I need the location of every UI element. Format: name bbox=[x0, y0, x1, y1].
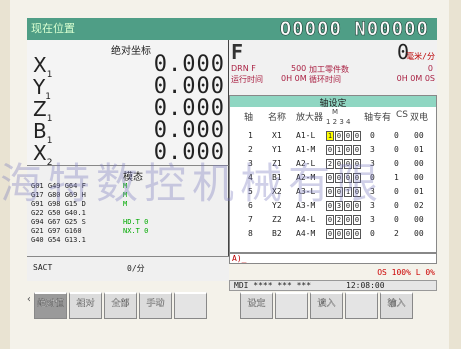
prev-page-arrow-icon[interactable]: ‹ bbox=[26, 294, 32, 305]
col-axis: 轴 bbox=[244, 113, 254, 123]
run-time-value: 0H 0M bbox=[281, 74, 307, 83]
sact-label: SACT bbox=[33, 263, 53, 272]
override-text: OS 100% L 0% bbox=[377, 268, 435, 277]
axis-no: 7 bbox=[248, 215, 253, 224]
axis-name-cell: Z2 bbox=[272, 215, 282, 224]
cycle-time-value: 0H 0M 0S bbox=[396, 74, 435, 83]
axis-no: 8 bbox=[248, 229, 253, 238]
m-bit-cell[interactable]: 0 bbox=[353, 229, 361, 239]
col-own: 轴专有 bbox=[364, 113, 392, 123]
gcode-line: G21 G97 G160 bbox=[31, 227, 82, 235]
m-bit-cell[interactable]: 0 bbox=[335, 229, 343, 239]
own-cell: 0 bbox=[370, 229, 375, 238]
softkey-blank[interactable] bbox=[275, 292, 308, 319]
cs-cell: 0 bbox=[394, 131, 399, 140]
own-cell: 0 bbox=[370, 131, 375, 140]
softkey-blank[interactable] bbox=[345, 292, 378, 319]
program-number: O0000 N00000 bbox=[279, 18, 429, 41]
axis-no: 1 bbox=[248, 131, 253, 140]
dual-cell: 00 bbox=[414, 131, 424, 140]
table-row: 8 B2 A4-M 0 0 0 0 0 2 00 bbox=[230, 229, 438, 240]
m-bit-cell[interactable]: 0 bbox=[326, 215, 334, 225]
drn-label: DRN F bbox=[231, 64, 256, 73]
dual-cell: 00 bbox=[414, 215, 424, 224]
watermark-text: 海特数控机械有限 bbox=[0, 159, 385, 208]
axis-settings-title: 轴设定 bbox=[230, 96, 436, 109]
clock-text: 12:08:00 bbox=[346, 281, 385, 290]
mode-text: MDI **** *** *** bbox=[234, 281, 312, 290]
m-bit-cell[interactable]: 1 bbox=[326, 131, 334, 141]
col-cs: CS bbox=[396, 110, 408, 120]
dual-cell: 00 bbox=[414, 229, 424, 238]
softkey-input[interactable]: 输入 bbox=[380, 292, 413, 319]
gcode-line: G94 G67 G25 S bbox=[31, 218, 86, 226]
axis-row: B1 0.000 bbox=[33, 118, 225, 146]
m-bit-cell[interactable]: 0 bbox=[353, 131, 361, 141]
amp-cell: A1-L bbox=[296, 131, 316, 140]
mode-status-bar: MDI **** *** *** 12:08:00 bbox=[229, 280, 437, 291]
softkeys-right: 设定 读入 输入 bbox=[240, 292, 415, 319]
softkey-absolute[interactable]: 绝对值 bbox=[34, 292, 67, 319]
softkeys-left: 绝对值 相对 全部 手动 bbox=[34, 292, 209, 319]
m-bit-cell[interactable]: 0 bbox=[335, 131, 343, 141]
softkey-handle[interactable]: 手动 bbox=[139, 292, 172, 319]
col-name: 名称 bbox=[268, 113, 287, 123]
feed-unit: 毫米/分 bbox=[406, 52, 435, 61]
m-bit-cell[interactable]: 0 bbox=[344, 229, 352, 239]
axis-row: Y1 0.000 bbox=[33, 74, 225, 102]
table-row: 7 Z2 A4-L 0 2 0 0 3 0 00 bbox=[230, 215, 438, 226]
spindle-actual: SACT 0/分 bbox=[27, 256, 229, 281]
m-bit-cell[interactable]: 0 bbox=[344, 215, 352, 225]
m-bit-cell[interactable]: 2 bbox=[335, 215, 343, 225]
feed-label: F bbox=[231, 40, 244, 64]
run-time-label: 运行时间 bbox=[231, 75, 263, 84]
override-status: OS 100% L 0% bbox=[229, 268, 437, 279]
table-row: 1 X1 A1-L 1 0 0 0 0 0 00 bbox=[230, 131, 438, 142]
axis-name-cell: B2 bbox=[272, 229, 282, 238]
modal-nx-t: NX.T 0 bbox=[123, 227, 149, 235]
run-info: DRN F 500 加工零件数 0 运行时间 0H 0M 循环时间 0H 0M … bbox=[229, 64, 437, 86]
title-bar: 现在位置 O0000 N00000 bbox=[27, 18, 437, 40]
drn-value: 500 bbox=[291, 64, 307, 73]
absolute-coordinates-panel: 绝对坐标 X1 0.000 Y1 0.000 Z1 0.000 B1 0.000… bbox=[27, 40, 229, 168]
col-amp: 放大器 bbox=[296, 113, 324, 123]
right-panel: F 0 毫米/分 DRN F 500 加工零件数 0 运行时间 0H 0M 循环… bbox=[229, 40, 437, 253]
axis-row: X1 0.000 bbox=[33, 52, 225, 80]
col-bits: 1 2 3 4 bbox=[326, 118, 351, 126]
m-bits: 1000 bbox=[326, 131, 362, 142]
softkey-blank[interactable] bbox=[174, 292, 207, 319]
col-m: M bbox=[332, 108, 339, 116]
amp-cell: A4-L bbox=[296, 215, 316, 224]
col-dual: 双电 bbox=[410, 113, 429, 123]
sact-value: 0/分 bbox=[127, 264, 145, 273]
cs-cell: 0 bbox=[394, 215, 399, 224]
gcode-line: G40 G54 G13.1 bbox=[31, 236, 86, 244]
own-cell: 3 bbox=[370, 215, 375, 224]
softkey-read[interactable]: 读入 bbox=[310, 292, 343, 319]
parts-value: 0 bbox=[427, 64, 433, 73]
command-input[interactable]: A)_ bbox=[229, 253, 437, 264]
m-bit-cell[interactable]: 0 bbox=[344, 131, 352, 141]
softkey-relative[interactable]: 相对 bbox=[69, 292, 102, 319]
amp-cell: A4-M bbox=[296, 229, 316, 238]
cs-cell: 2 bbox=[394, 229, 399, 238]
m-bits: 0200 bbox=[326, 215, 362, 226]
m-bit-cell[interactable]: 0 bbox=[326, 229, 334, 239]
softkey-all[interactable]: 全部 bbox=[104, 292, 137, 319]
screen-title: 现在位置 bbox=[31, 22, 75, 35]
modal-hd-t: HD.T 0 bbox=[123, 218, 149, 226]
m-bits: 0000 bbox=[326, 229, 362, 240]
cycle-time-label: 循环时间 bbox=[309, 75, 341, 84]
m-bit-cell[interactable]: 0 bbox=[353, 215, 361, 225]
softkey-setting[interactable]: 设定 bbox=[240, 292, 273, 319]
axis-row: Z1 0.000 bbox=[33, 96, 225, 124]
axis-name-cell: X1 bbox=[272, 131, 282, 140]
